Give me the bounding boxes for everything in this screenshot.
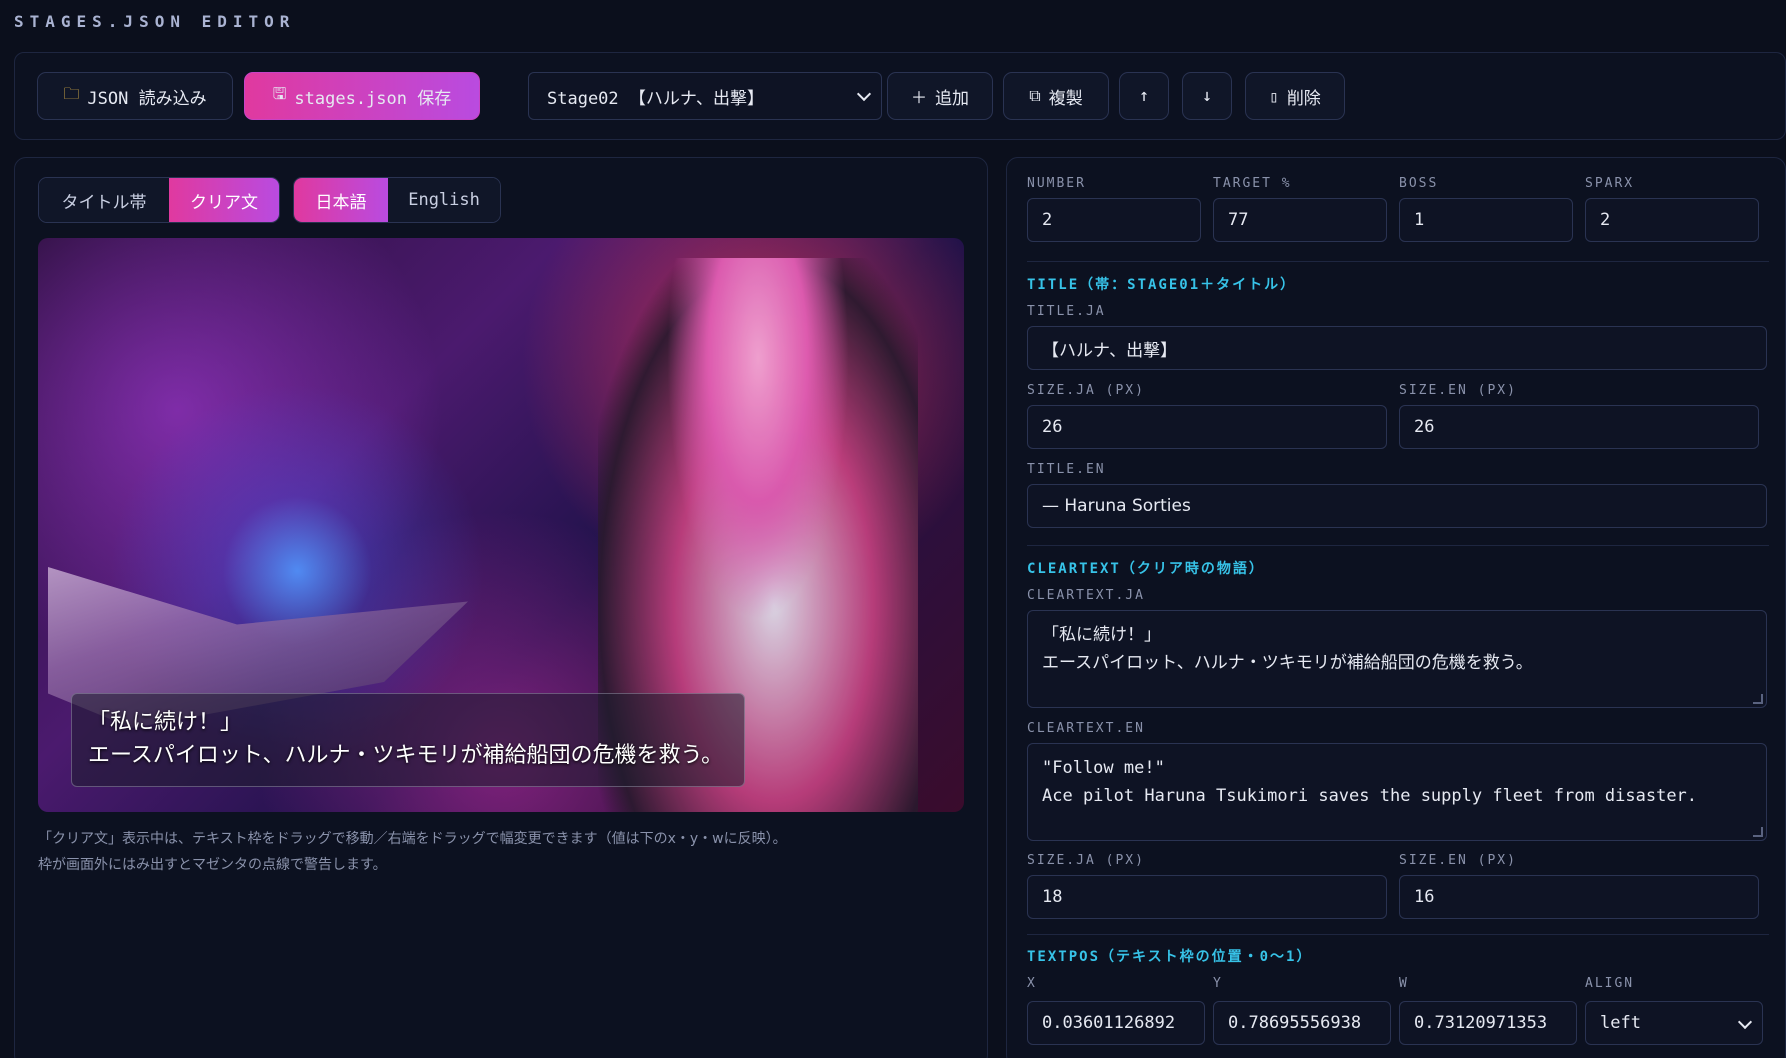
arrow-down-icon: ↓ xyxy=(1201,86,1213,106)
add-label: 追加 xyxy=(935,88,969,109)
save-json-button[interactable]: 🖫 stages.json 保存 xyxy=(244,72,480,120)
boss-input[interactable]: 1 xyxy=(1399,198,1573,242)
x-label: X xyxy=(1027,976,1037,991)
load-json-label: JSON 読み込み xyxy=(87,88,207,109)
target-label: TARGET % xyxy=(1213,176,1292,191)
number-input[interactable]: 2 xyxy=(1027,198,1201,242)
plus-icon: ＋ xyxy=(910,88,927,107)
w-label: W xyxy=(1399,976,1409,991)
cleartext-ja-line-2: エースパイロット、ハルナ・ツキモリが補給船団の危機を救う。 xyxy=(1042,653,1533,673)
clear-size-ja-label: SIZE.JA (PX) xyxy=(1027,853,1145,868)
clear-size-ja-input[interactable]: 18 xyxy=(1027,875,1387,919)
tab-english[interactable]: English xyxy=(388,178,500,222)
toolbar: 🗀 JSON 読み込み 🖫 stages.json 保存 Stage02 【ハル… xyxy=(14,52,1786,140)
clear-size-en-input[interactable]: 16 xyxy=(1399,875,1759,919)
title-section-heading: TITLE（帯：STAGE01＋タイトル） xyxy=(1027,277,1297,293)
align-select-value: left xyxy=(1600,1013,1641,1033)
sparx-input[interactable]: 2 xyxy=(1585,198,1759,242)
divider xyxy=(1027,934,1769,935)
overlay-line-1: 「私に続け！」 xyxy=(88,710,243,735)
save-json-label: stages.json 保存 xyxy=(294,88,452,109)
divider xyxy=(1027,545,1769,546)
preview-panel: タイトル帯 クリア文 日本語 English 「私に続け！」 エースパイロット、… xyxy=(14,157,988,1058)
tab-title-band[interactable]: タイトル帯 xyxy=(39,178,169,222)
title-size-en-label: SIZE.EN (PX) xyxy=(1399,383,1517,398)
cleartext-en-line-1: "Follow me!" xyxy=(1042,758,1165,778)
title-size-ja-label: SIZE.JA (PX) xyxy=(1027,383,1145,398)
sparx-label: SPARX xyxy=(1585,176,1635,191)
textpos-y-input[interactable]: 0.78695556938 xyxy=(1213,1001,1391,1045)
align-select[interactable]: left xyxy=(1585,1001,1763,1045)
textpos-w-input[interactable]: 0.73120971353 xyxy=(1399,1001,1577,1045)
delete-stage-button[interactable]: ▯ 削除 xyxy=(1245,72,1345,120)
title-size-en-input[interactable]: 26 xyxy=(1399,405,1759,449)
stage-form-panel: NUMBER TARGET % BOSS SPARX 2 77 1 2 TITL… xyxy=(1006,157,1786,1058)
add-stage-button[interactable]: ＋ 追加 xyxy=(887,72,993,120)
stage-select-value: Stage02 【ハルナ、出撃】 xyxy=(547,88,765,109)
title-ja-input[interactable]: 【ハルナ、出撃】 xyxy=(1027,326,1767,370)
preview-mode-tabs: タイトル帯 クリア文 xyxy=(38,177,280,223)
cleartext-ja-line-1: 「私に続け！」 xyxy=(1042,625,1161,645)
title-size-ja-input[interactable]: 26 xyxy=(1027,405,1387,449)
chevron-down-icon xyxy=(1737,1014,1753,1030)
title-en-label: TITLE.EN xyxy=(1027,462,1106,477)
title-en-input[interactable]: — Haruna Sorties xyxy=(1027,484,1767,528)
copy-icon: ⧉ xyxy=(1029,86,1041,105)
duplicate-stage-button[interactable]: ⧉ 複製 xyxy=(1003,72,1109,120)
dup-label: 複製 xyxy=(1048,88,1083,109)
trash-icon: ▯ xyxy=(1269,86,1279,106)
chevron-down-icon xyxy=(856,86,872,102)
hint-line-2: 枠が画面外にはみ出すとマゼンタの点線で警告します。 xyxy=(38,857,387,873)
load-json-button[interactable]: 🗀 JSON 読み込み xyxy=(37,72,233,120)
move-down-button[interactable]: ↓ xyxy=(1182,72,1232,120)
cleartext-section-heading: CLEARTEXT（クリア時の物語） xyxy=(1027,561,1265,577)
arrow-up-icon: ↑ xyxy=(1138,86,1150,106)
cleartext-en-label: CLEARTEXT.EN xyxy=(1027,721,1145,736)
app-title: STAGES.JSON EDITOR xyxy=(14,12,296,31)
clear-text-frame[interactable]: 「私に続け！」 エースパイロット、ハルナ・ツキモリが補給船団の危機を救う。 xyxy=(71,693,745,787)
overlay-line-2: エースパイロット、ハルナ・ツキモリが補給船団の危機を救う。 xyxy=(88,743,724,768)
cleartext-en-line-2: Ace pilot Haruna Tsukimori saves the sup… xyxy=(1042,786,1698,806)
title-ja-label: TITLE.JA xyxy=(1027,304,1106,319)
hint-line-1: 「クリア文」表示中は、テキスト枠をドラッグで移動／右端をドラッグで幅変更できます… xyxy=(38,831,787,847)
align-label: ALIGN xyxy=(1585,976,1635,991)
target-input[interactable]: 77 xyxy=(1213,198,1387,242)
tab-japanese[interactable]: 日本語 xyxy=(294,178,389,222)
boss-label: BOSS xyxy=(1399,176,1439,191)
tab-clear-text[interactable]: クリア文 xyxy=(168,178,279,222)
resize-grip-icon[interactable] xyxy=(1753,827,1763,837)
folder-icon: 🗀 xyxy=(63,83,80,103)
cleartext-en-textarea[interactable]: "Follow me!" Ace pilot Haruna Tsukimori … xyxy=(1027,743,1767,841)
stage-preview-image: 「私に続け！」 エースパイロット、ハルナ・ツキモリが補給船団の危機を救う。 xyxy=(38,238,964,812)
textpos-x-input[interactable]: 0.03601126892 xyxy=(1027,1001,1205,1045)
number-label: NUMBER xyxy=(1027,176,1086,191)
resize-grip-icon[interactable] xyxy=(1753,694,1763,704)
clear-size-en-label: SIZE.EN (PX) xyxy=(1399,853,1517,868)
floppy-icon: 🖫 xyxy=(272,83,287,103)
divider xyxy=(1027,261,1769,262)
move-up-button[interactable]: ↑ xyxy=(1119,72,1169,120)
delete-label: 削除 xyxy=(1286,88,1321,109)
cleartext-ja-textarea[interactable]: 「私に続け！」 エースパイロット、ハルナ・ツキモリが補給船団の危機を救う。 xyxy=(1027,610,1767,708)
preview-hint: 「クリア文」表示中は、テキスト枠をドラッグで移動／右端をドラッグで幅変更できます… xyxy=(38,826,968,878)
stage-select[interactable]: Stage02 【ハルナ、出撃】 xyxy=(528,72,882,120)
textpos-section-heading: TEXTPOS（テキスト枠の位置・0〜1） xyxy=(1027,949,1313,965)
language-tabs: 日本語 English xyxy=(293,177,501,223)
cleartext-ja-label: CLEARTEXT.JA xyxy=(1027,588,1145,603)
y-label: Y xyxy=(1213,976,1223,991)
